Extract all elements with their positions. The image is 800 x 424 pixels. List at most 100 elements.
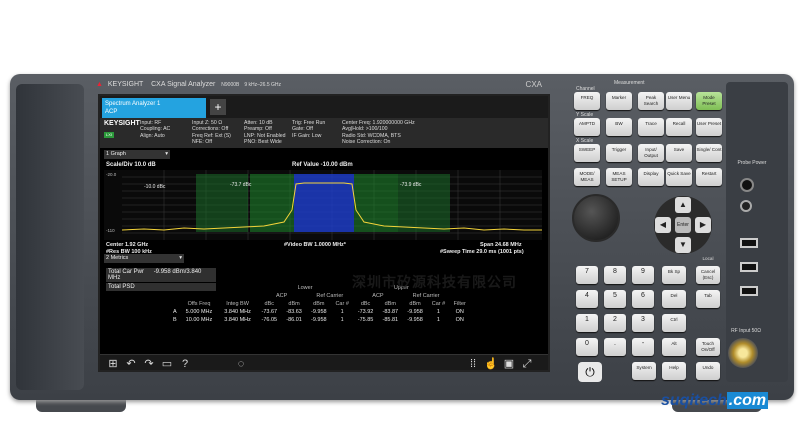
numpad-key[interactable]: 3 xyxy=(632,314,654,332)
bw-key[interactable]: BW xyxy=(606,118,632,136)
numpad-key[interactable]: 9 xyxy=(632,266,654,284)
single-cont-key[interactable]: Single/ Cont xyxy=(696,144,722,162)
enter-key[interactable]: Enter xyxy=(675,217,691,233)
keypad-side-key[interactable]: Tab xyxy=(696,290,720,308)
table-cell: 1 xyxy=(436,317,440,323)
keypad-side-key[interactable]: Alt xyxy=(662,338,686,356)
freq-key[interactable]: FREQ xyxy=(574,92,600,110)
amptd-key[interactable]: AMPTD xyxy=(574,118,600,136)
marker-key[interactable]: Marker xyxy=(606,92,632,110)
undo-icon[interactable]: ↶ xyxy=(124,357,138,370)
lxi-badge: LXI xyxy=(104,132,114,138)
numpad-key[interactable]: 6 xyxy=(632,290,654,308)
numpad-key[interactable]: 2 xyxy=(604,314,626,332)
windows-icon[interactable]: ⊞ xyxy=(106,357,120,370)
user-preset-key[interactable]: User Preset xyxy=(696,118,722,136)
chat-icon[interactable]: ◌ xyxy=(234,357,248,370)
grid-icon[interactable]: ⁞⁞ xyxy=(466,357,480,370)
table-cell: -73.67 xyxy=(261,309,278,315)
arrow-down-icon[interactable]: ▼ xyxy=(675,237,691,253)
table-cell: 3.840 MHz xyxy=(224,317,251,323)
tab-spectrum-analyzer[interactable]: Spectrum Analyzer 1 ACP xyxy=(102,98,206,118)
mode-preset-key[interactable]: Mode Preset xyxy=(696,92,722,110)
input-output-key[interactable]: Input/ Output xyxy=(638,144,664,162)
numpad-key[interactable]: 4 xyxy=(576,290,598,308)
numpad-key[interactable]: 5 xyxy=(604,290,626,308)
touch-icon[interactable]: ☝ xyxy=(484,357,498,370)
marker-label-3: -73.9 dBc xyxy=(400,182,422,188)
rf-input-label: RF Input 50Ω xyxy=(731,328,761,334)
fullscreen-icon[interactable]: ⤢ xyxy=(520,357,534,370)
quick-save-key[interactable]: Quick Save xyxy=(666,168,692,186)
acp-col-header: Car # xyxy=(431,301,446,307)
sweep-key[interactable]: SWEEP xyxy=(574,144,600,162)
spectrum-svg xyxy=(121,170,542,240)
arrow-up-icon[interactable]: ▲ xyxy=(675,197,691,213)
graph-selector[interactable]: 1 Graph ▾ xyxy=(104,150,170,159)
rotary-knob[interactable] xyxy=(572,194,620,242)
spectrum-plot[interactable]: -20.0 -110 -10.0 dBc -73.7 dBc -73.9 dBc xyxy=(104,170,542,240)
analyzer-screen[interactable]: Spectrum Analyzer 1 ACP + KEYSIGHT LXI I… xyxy=(98,94,550,372)
metrics-selector[interactable]: 2 Metrics ▾ xyxy=(104,254,184,263)
keypad-side-key[interactable]: Del xyxy=(662,290,686,308)
numpad-key[interactable]: 7 xyxy=(576,266,598,284)
table-cell: -9.958 xyxy=(407,309,423,315)
settings-info-bar[interactable]: KEYSIGHT LXI Input: RF Coupling: AC Alig… xyxy=(100,118,548,148)
peak-search-key[interactable]: Peak Search xyxy=(638,92,664,110)
brand-name: KEYSIGHT xyxy=(107,81,144,88)
keypad-side-key[interactable]: Help xyxy=(662,362,686,380)
recall-key[interactable]: Recall xyxy=(666,118,692,136)
add-tab-button[interactable]: + xyxy=(210,99,226,115)
acp-sub-header: ACP Ref Carrier ACP Ref Carrier xyxy=(170,292,470,300)
keypad-side-key[interactable]: Touch On/Off xyxy=(696,338,720,356)
info-col-center-freq: Center Freq: 1.920000000 GHz Avg|Hold: >… xyxy=(342,120,415,146)
trigger-key[interactable]: Trigger xyxy=(606,144,632,162)
restart-key[interactable]: Restart xyxy=(696,168,722,186)
table-cell: -9.958 xyxy=(310,309,327,315)
mode-meas-key[interactable]: MODE/ MEAS xyxy=(574,168,600,186)
arrow-right-icon[interactable]: ▶ xyxy=(695,217,711,233)
keypad-side-key[interactable]: Cancel (Esc) xyxy=(696,266,720,284)
power-button[interactable]: ⏻ xyxy=(578,362,602,382)
keypad-side-key[interactable]: Undo xyxy=(696,362,720,380)
instrument-photo: ▲ KEYSIGHT CXA Signal Analyzer N9000B 9 … xyxy=(0,0,800,424)
table-cell: -83.87 xyxy=(382,309,399,315)
help-icon[interactable]: ? xyxy=(178,357,192,370)
window-icon[interactable]: ▣ xyxy=(502,357,516,370)
numpad-key[interactable]: - xyxy=(632,338,654,356)
display-key[interactable]: Display xyxy=(638,168,664,186)
save-key[interactable]: Save xyxy=(666,144,692,162)
ref-value-label: Ref Value -10.00 dBm xyxy=(292,162,353,168)
lower-header: Lower xyxy=(297,285,313,291)
total-car-pwr-row: Total Car Pwr -9.958 dBm/3.840 MHz xyxy=(106,268,216,282)
acp-col-header: dBc xyxy=(360,301,371,307)
rf-input-connector xyxy=(728,338,758,368)
numpad-key[interactable]: 1 xyxy=(576,314,598,332)
redo-icon[interactable]: ↷ xyxy=(142,357,156,370)
user-menu-key[interactable]: User Menu xyxy=(666,92,692,110)
meas-setup-key[interactable]: MEAS SETUP xyxy=(606,168,632,186)
folder-icon[interactable]: ▭ xyxy=(160,357,174,370)
acp-col-header: Car # xyxy=(335,301,349,307)
chevron-down-icon: ▾ xyxy=(179,255,182,261)
arrow-left-icon[interactable]: ◀ xyxy=(655,217,671,233)
trace-key[interactable]: Trace xyxy=(638,118,664,136)
table-cell: -9.958 xyxy=(407,317,423,323)
numpad-key[interactable]: . xyxy=(604,338,626,356)
acp-column-header: Offs Freq Integ BW dBc dBm dBm Car # dBc dBm dBm… xyxy=(170,300,470,308)
upper-ref-carrier-header: Ref Carrier xyxy=(412,293,440,299)
tab-title: Spectrum Analyzer 1 xyxy=(105,101,161,107)
tab-mode: ACP xyxy=(105,109,118,115)
acp-col-header: Offs Freq xyxy=(187,301,211,307)
keypad-side-key[interactable]: Ctrl xyxy=(662,314,686,332)
right-connector-panel xyxy=(726,82,788,382)
numpad-key[interactable]: 0 xyxy=(576,338,598,356)
table-cell: 1 xyxy=(436,309,440,315)
keypad-side-key[interactable]: System xyxy=(632,362,656,380)
metrics-selector-value: 2 Metrics xyxy=(106,255,129,261)
table-cell: 10.00 MHz xyxy=(185,317,213,323)
acp-col-header: dBm xyxy=(384,301,396,307)
numpad-key[interactable]: 8 xyxy=(604,266,626,284)
span-label: Span 24.68 MHz xyxy=(480,242,522,248)
keypad-side-key[interactable]: Bk Sp xyxy=(662,266,686,284)
